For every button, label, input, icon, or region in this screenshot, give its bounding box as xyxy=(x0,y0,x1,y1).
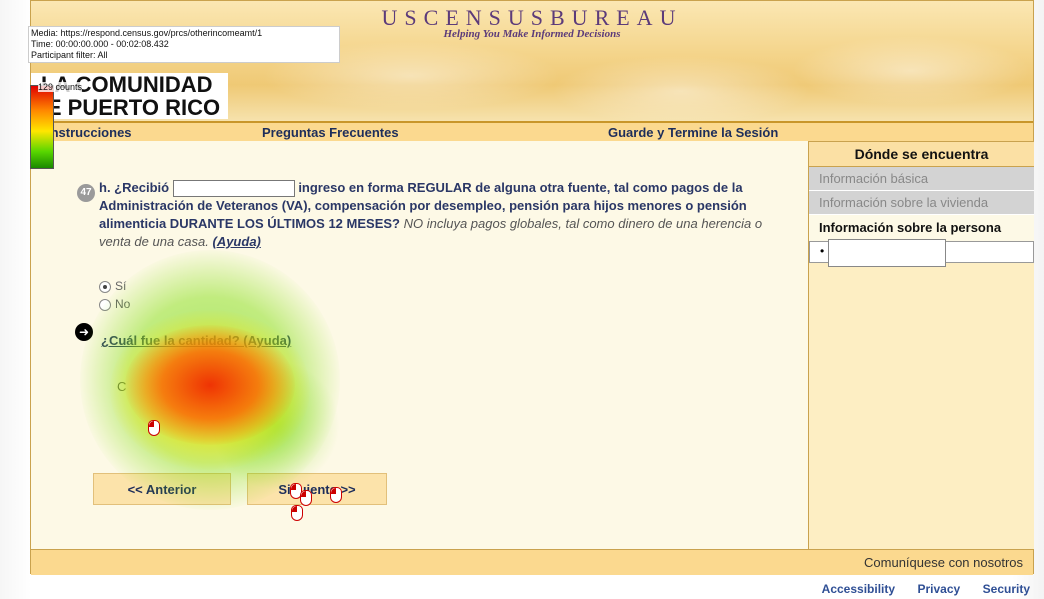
question-prefix: h. ¿Recibió xyxy=(99,180,170,195)
arrow-right-icon: ➜ xyxy=(75,323,93,341)
sidebar-item-person-info[interactable]: Información sobre la persona xyxy=(809,215,1034,241)
redacted-name-box xyxy=(828,239,946,267)
next-button[interactable]: Siguiente >> xyxy=(247,473,387,505)
mouse-click-icon xyxy=(148,420,160,436)
question-help-link[interactable]: (Ayuda) xyxy=(212,234,260,249)
nav-faq-link[interactable]: Preguntas Frecuentes xyxy=(262,125,399,140)
footer-bar: Comuníquese con nosotros xyxy=(31,549,1033,575)
radio-label-no: No xyxy=(115,297,131,311)
radio-option-yes[interactable]: Sí xyxy=(99,279,126,293)
heatmap-count: 129 counts xyxy=(38,82,83,92)
community-brand: LA COMUNIDAD DE PUERTO RICO xyxy=(31,73,229,120)
previous-button[interactable]: << Anterior xyxy=(93,473,231,505)
question-text: h. ¿Recibió ingreso en forma REGULAR de … xyxy=(99,179,779,251)
brand-line-2: DE PUERTO RICO xyxy=(31,95,221,120)
redacted-name-field xyxy=(172,180,295,198)
nav-instructions-link[interactable]: Instrucciones xyxy=(47,125,132,140)
bottom-links: Accessibility Privacy Security xyxy=(804,580,1030,598)
sidebar-item-basic-info[interactable]: Información básica xyxy=(809,167,1034,191)
security-link[interactable]: Security xyxy=(983,582,1030,596)
radio-label-yes: Sí xyxy=(115,279,127,293)
mouse-click-icon xyxy=(330,487,342,503)
mouse-click-icon xyxy=(291,505,303,521)
participant-filter: Participant filter: All xyxy=(31,50,108,60)
progress-sidebar: Dónde se encuentra Información básica In… xyxy=(808,141,1034,549)
contact-link[interactable]: Comuníquese con nosotros xyxy=(864,555,1023,570)
sidebar-heading: Dónde se encuentra xyxy=(809,141,1034,167)
amount-label: C xyxy=(117,379,127,394)
sidebar-subitem[interactable]: • xyxy=(809,239,1034,267)
media-time: Time: 00:00:00.000 - 00:02:08.432 xyxy=(31,39,169,49)
media-url: Media: https://respond.census.gov/prcs/o… xyxy=(31,28,263,38)
mouse-click-icon xyxy=(300,490,312,506)
media-info-panel: Media: https://respond.census.gov/prcs/o… xyxy=(28,26,340,63)
radio-selected-icon[interactable] xyxy=(99,280,111,293)
radio-option-no[interactable]: No xyxy=(99,297,130,311)
survey-frame: USCENSUSBUREAU Helping You Make Informed… xyxy=(30,0,1034,575)
nav-save-exit-link[interactable]: Guarde y Termine la Sesión xyxy=(608,125,778,140)
radio-unselected-icon[interactable] xyxy=(99,298,111,311)
followup-question-link[interactable]: ¿Cuál fue la cantidad? (Ayuda) xyxy=(101,333,291,348)
sidebar-item-housing-info[interactable]: Información sobre la vivienda xyxy=(809,191,1034,215)
top-navigation: Instrucciones Preguntas Frecuentes Guard… xyxy=(31,121,1033,141)
privacy-link[interactable]: Privacy xyxy=(917,582,960,596)
bullet-icon: • xyxy=(820,244,825,258)
accessibility-link[interactable]: Accessibility xyxy=(822,582,895,596)
heatmap-legend xyxy=(30,85,54,169)
question-number-badge: 47 xyxy=(77,184,95,202)
